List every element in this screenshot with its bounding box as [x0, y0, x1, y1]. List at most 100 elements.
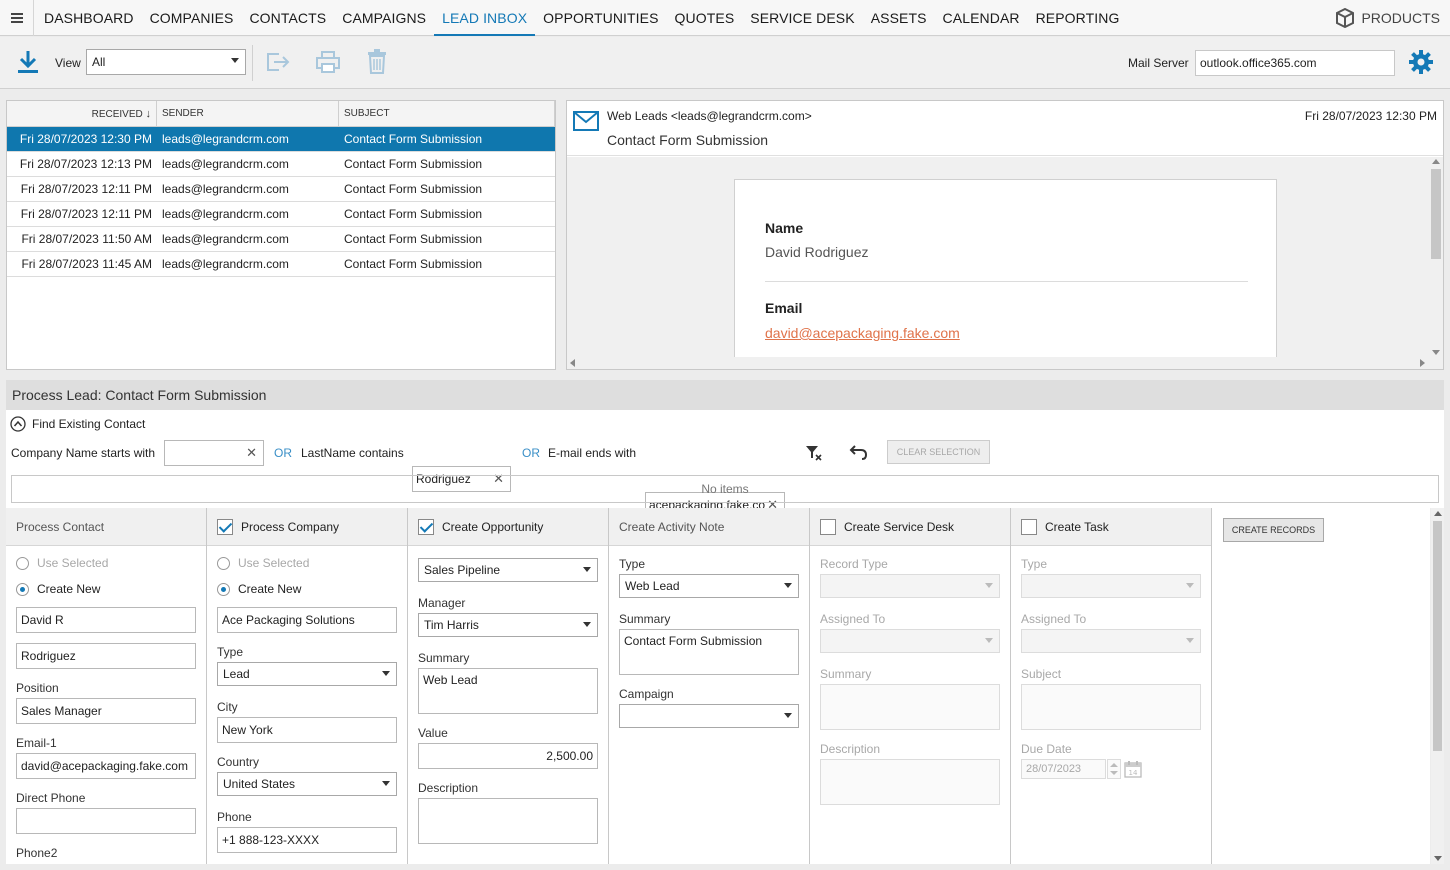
create-opportunity-checkbox[interactable] — [418, 518, 434, 535]
company-city-input[interactable]: New York — [217, 717, 397, 743]
nav-service-desk[interactable]: SERVICE DESK — [742, 0, 862, 36]
contact-direct-phone-input[interactable] — [16, 808, 196, 834]
process-company-panel: Process Company Use Selected Create New … — [207, 508, 408, 864]
sd-summary-textarea[interactable] — [820, 684, 1000, 730]
opportunity-value-input[interactable]: 2,500.00 — [418, 743, 598, 769]
create-task-checkbox[interactable] — [1021, 518, 1037, 535]
nav-lead-inbox[interactable]: LEAD INBOX — [434, 0, 536, 36]
company-starts-input[interactable]: ✕ — [164, 440, 264, 466]
delete-icon[interactable] — [364, 49, 390, 75]
preview-horizontal-scrollbar[interactable] — [567, 357, 1443, 369]
mail-subject: Contact Form Submission — [344, 182, 483, 196]
divider — [765, 281, 1248, 282]
activity-summary-textarea[interactable]: Contact Form Submission — [619, 629, 799, 675]
print-icon[interactable] — [315, 49, 341, 75]
preview-vertical-scrollbar[interactable] — [1429, 157, 1443, 357]
company-create-new-radio[interactable]: Create New — [217, 582, 301, 596]
nav-dashboard[interactable]: DASHBOARD — [36, 0, 142, 36]
create-records-button[interactable]: CREATE RECORDS — [1223, 518, 1324, 542]
view-select[interactable]: All — [86, 49, 246, 75]
calendar-icon[interactable]: 14 — [1124, 760, 1142, 781]
column-subject[interactable]: SUBJECT — [339, 101, 555, 126]
process-contact-header: Process Contact — [6, 508, 206, 546]
assigned-to-select[interactable] — [820, 629, 1000, 653]
settings-gear-icon[interactable] — [1408, 49, 1434, 75]
nav-companies[interactable]: COMPANIES — [142, 0, 242, 36]
chevron-down-icon — [583, 567, 591, 572]
company-country-select[interactable]: United States — [217, 772, 397, 796]
box-icon — [1336, 8, 1355, 28]
nav-campaigns[interactable]: CAMPAIGNS — [334, 0, 434, 36]
company-phone-input[interactable]: +1 888-123-XXXX — [217, 827, 397, 853]
clear-selection-button[interactable]: CLEAR SELECTION — [887, 440, 990, 464]
mail-row[interactable]: Fri 28/07/2023 12:11 PM leads@legrandcrm… — [7, 202, 555, 227]
or-label: OR — [274, 446, 292, 460]
process-company-checkbox[interactable] — [217, 518, 233, 535]
nav-assets[interactable]: ASSETS — [863, 0, 935, 36]
radio-label: Use Selected — [238, 556, 310, 570]
task-type-select[interactable] — [1021, 574, 1201, 598]
nav-quotes[interactable]: QUOTES — [667, 0, 743, 36]
nav-opportunities[interactable]: OPPORTUNITIES — [535, 0, 666, 36]
column-sender[interactable]: SENDER — [157, 101, 339, 126]
company-type-select[interactable]: Lead — [217, 662, 397, 686]
opportunity-description-textarea[interactable] — [418, 798, 598, 844]
mail-subject: Contact Form Submission — [344, 132, 483, 146]
opportunity-pipeline-select[interactable]: Sales Pipeline — [418, 558, 598, 582]
mail-received: Fri 28/07/2023 12:13 PM — [19, 157, 152, 171]
contact-email1-input[interactable]: david@acepackaging.fake.com — [16, 753, 196, 779]
panels-vertical-scrollbar[interactable] — [1431, 508, 1444, 864]
select-value: Tim Harris — [424, 618, 479, 632]
activity-type-select[interactable]: Web Lead — [619, 574, 799, 598]
mail-row[interactable]: Fri 28/07/2023 12:13 PM leads@legrandcrm… — [7, 152, 555, 177]
process-panels: Process Contact Use Selected Create New … — [6, 508, 1430, 864]
mail-row[interactable]: Fri 28/07/2023 11:50 AM leads@legrandcrm… — [7, 227, 555, 252]
phone-label: Phone — [217, 810, 252, 824]
activity-campaign-select[interactable] — [619, 704, 799, 728]
contact-create-new-radio[interactable]: Create New — [16, 582, 100, 596]
column-received[interactable]: RECEIVED ↓ — [7, 101, 157, 126]
contact-use-selected-radio[interactable]: Use Selected — [16, 556, 108, 570]
task-subject-label: Subject — [1021, 667, 1062, 681]
sd-description-textarea[interactable] — [820, 759, 1000, 805]
opportunity-summary-textarea[interactable]: Web Lead — [418, 668, 598, 714]
mail-row[interactable]: Fri 28/07/2023 12:30 PM leads@legrandcrm… — [7, 127, 555, 152]
products-button[interactable]: PRODUCTS — [1335, 0, 1440, 36]
mail-content-card: Name David Rodriguez Email david@acepack… — [734, 179, 1277, 357]
record-type-select[interactable] — [820, 574, 1000, 598]
company-use-selected-radio[interactable]: Use Selected — [217, 556, 309, 570]
sort-arrow-down-icon: ↓ — [145, 108, 152, 120]
mail-row[interactable]: Fri 28/07/2023 11:45 AM leads@legrandcrm… — [7, 252, 555, 277]
download-icon[interactable] — [15, 49, 41, 75]
opportunity-manager-select[interactable]: Tim Harris — [418, 613, 598, 637]
task-assigned-select[interactable] — [1021, 629, 1201, 653]
sd-description-label: Description — [820, 742, 881, 756]
find-contact-toggle[interactable]: Find Existing Contact — [10, 416, 145, 432]
task-subject-textarea[interactable] — [1021, 684, 1201, 730]
nav-calendar[interactable]: CALENDAR — [935, 0, 1028, 36]
toolbar-divider — [252, 45, 253, 81]
svg-text:14: 14 — [1129, 769, 1138, 777]
undo-icon[interactable] — [849, 443, 869, 464]
due-date-input[interactable]: 28/07/2023 — [1021, 759, 1106, 779]
contact-last-name-input[interactable]: Rodriguez — [16, 643, 196, 669]
mail-server-label: Mail Server — [1128, 56, 1189, 70]
due-date-spinner[interactable] — [1107, 759, 1121, 779]
nav-reporting[interactable]: REPORTING — [1028, 0, 1128, 36]
clear-filter-icon[interactable] — [804, 443, 824, 466]
mail-server-input[interactable]: outlook.office365.com — [1195, 50, 1395, 76]
create-activity-note-panel: Create Activity Note Type Web Lead Summa… — [609, 508, 810, 864]
email-link[interactable]: david@acepackaging.fake.com — [765, 325, 960, 341]
country-label: Country — [217, 755, 260, 769]
hamburger-menu-icon[interactable] — [0, 0, 34, 36]
nav-contacts[interactable]: CONTACTS — [241, 0, 334, 36]
contact-first-name-input[interactable]: David R — [16, 607, 196, 633]
find-existing-contact: Find Existing Contact Company Name start… — [6, 410, 1444, 518]
export-icon[interactable] — [265, 49, 291, 75]
clear-x-icon[interactable]: ✕ — [246, 441, 257, 465]
contact-position-input[interactable]: Sales Manager — [16, 698, 196, 724]
value-label: Value — [418, 726, 448, 740]
mail-row[interactable]: Fri 28/07/2023 12:11 PM leads@legrandcrm… — [7, 177, 555, 202]
create-service-desk-checkbox[interactable] — [820, 518, 836, 535]
company-name-input[interactable]: Ace Packaging Solutions — [217, 607, 397, 633]
